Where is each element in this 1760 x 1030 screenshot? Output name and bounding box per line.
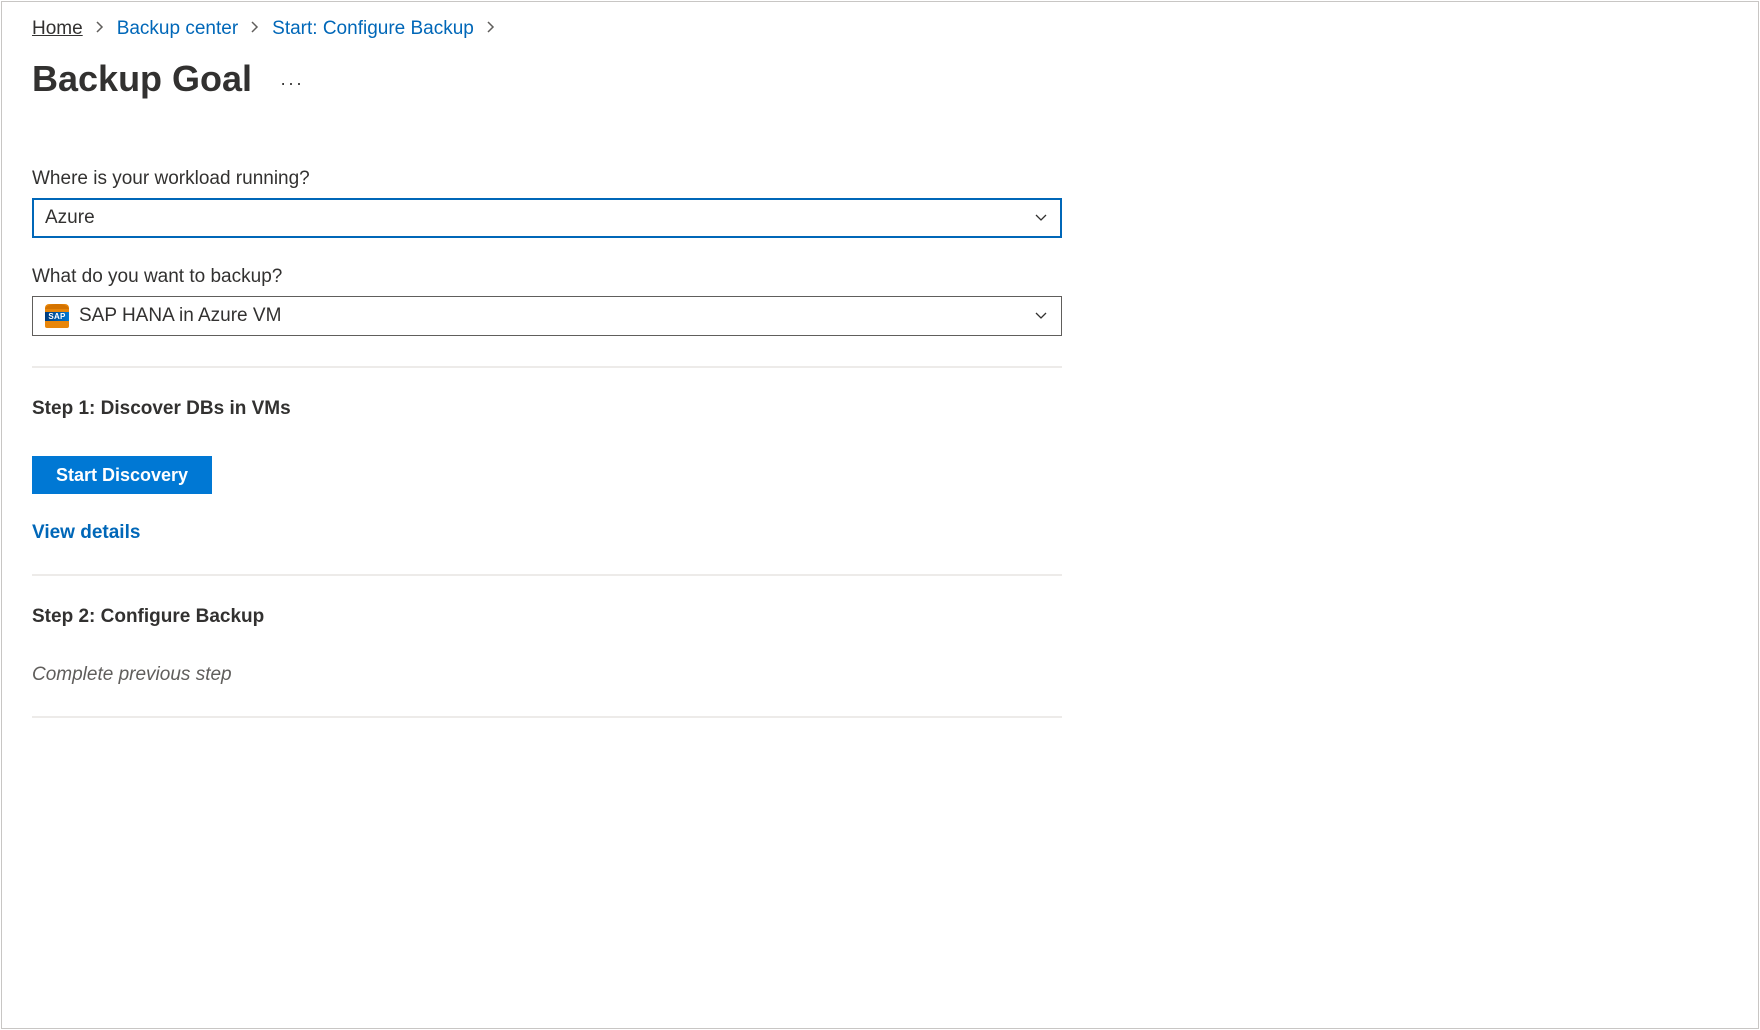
backup-target-value: SAP HANA in Azure VM	[79, 305, 281, 327]
breadcrumb-backup-center[interactable]: Backup center	[117, 18, 238, 40]
workload-location-field: Where is your workload running? Azure	[32, 168, 1062, 238]
chevron-right-icon	[486, 20, 496, 39]
start-discovery-button[interactable]: Start Discovery	[32, 456, 212, 494]
page-container: Home Backup center Start: Configure Back…	[1, 1, 1759, 1029]
divider	[32, 716, 1062, 718]
backup-target-label: What do you want to backup?	[32, 266, 1062, 288]
step2-section: Step 2: Configure Backup Complete previo…	[32, 606, 1062, 686]
step1-section: Step 1: Discover DBs in VMs Start Discov…	[32, 398, 1062, 544]
chevron-down-icon	[1033, 308, 1049, 324]
step2-hint: Complete previous step	[32, 664, 1062, 686]
sap-hana-icon: SAP	[45, 304, 69, 328]
breadcrumb: Home Backup center Start: Configure Back…	[32, 18, 1728, 40]
backup-target-dropdown[interactable]: SAP SAP HANA in Azure VM	[32, 296, 1062, 336]
step2-title: Step 2: Configure Backup	[32, 606, 1062, 628]
chevron-down-icon	[1033, 210, 1049, 226]
workload-location-label: Where is your workload running?	[32, 168, 1062, 190]
page-title: Backup Goal	[32, 58, 252, 100]
chevron-right-icon	[95, 20, 105, 39]
form-area: Where is your workload running? Azure Wh…	[32, 168, 1062, 718]
breadcrumb-configure-backup[interactable]: Start: Configure Backup	[272, 18, 474, 40]
divider	[32, 574, 1062, 576]
page-title-row: Backup Goal ···	[32, 58, 1728, 100]
breadcrumb-home[interactable]: Home	[32, 18, 83, 40]
workload-location-dropdown[interactable]: Azure	[32, 198, 1062, 238]
divider	[32, 366, 1062, 368]
chevron-right-icon	[250, 20, 260, 39]
view-details-link[interactable]: View details	[32, 522, 140, 544]
backup-target-field: What do you want to backup? SAP SAP HANA…	[32, 266, 1062, 336]
step1-title: Step 1: Discover DBs in VMs	[32, 398, 1062, 420]
workload-location-value: Azure	[45, 207, 95, 229]
more-actions-icon[interactable]: ···	[280, 73, 304, 94]
